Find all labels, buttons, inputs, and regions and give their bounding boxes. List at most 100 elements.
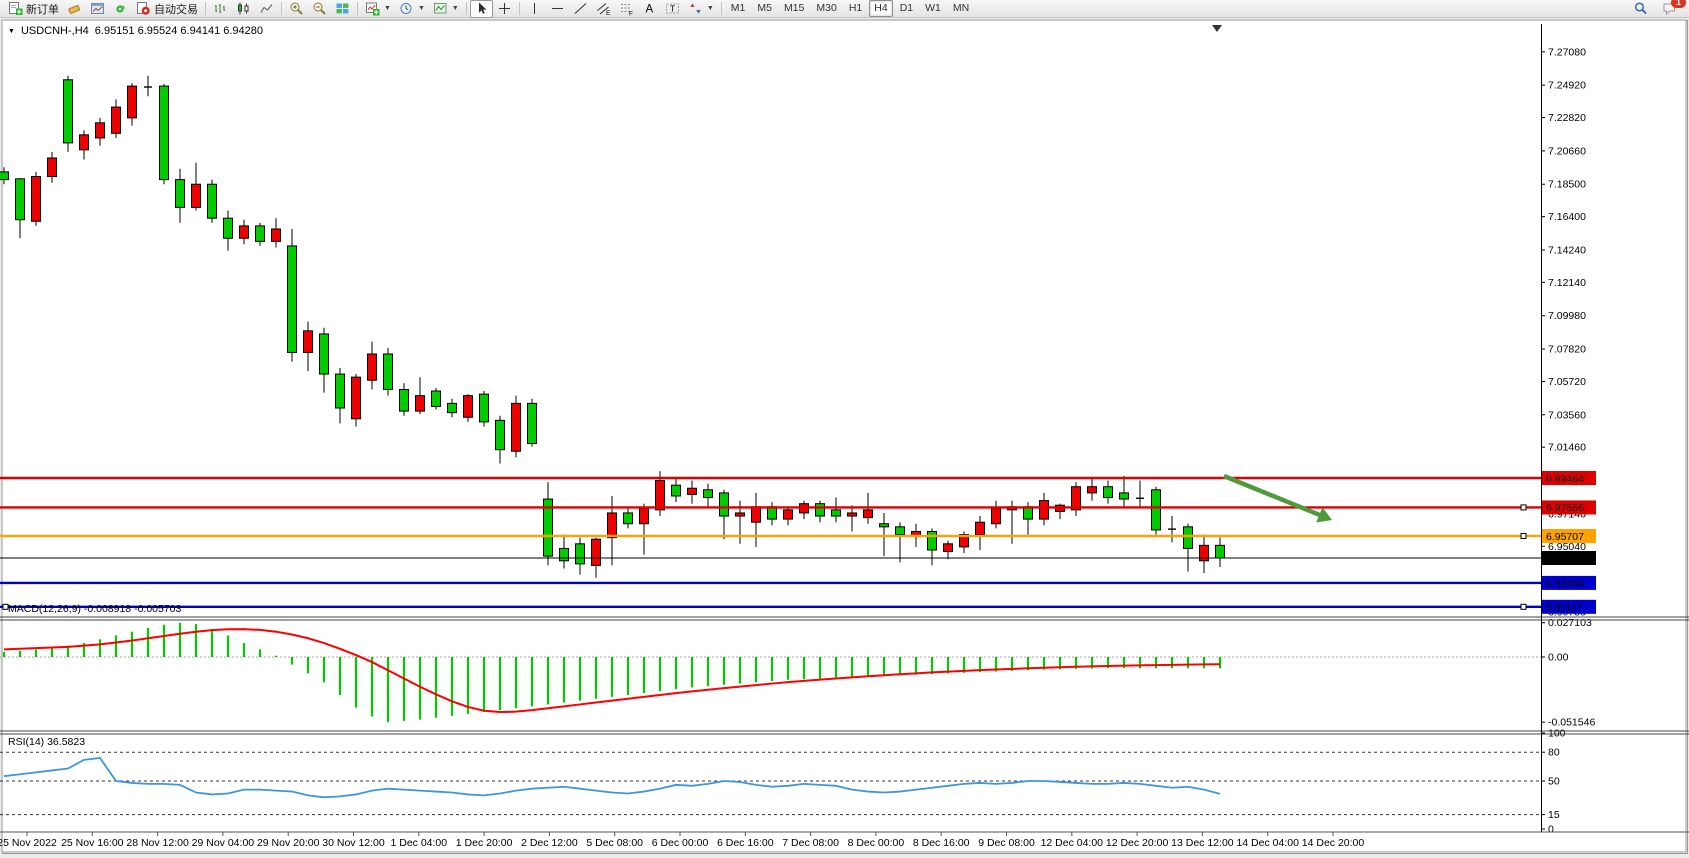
horizontal-line-tool[interactable] (546, 0, 569, 18)
price-tick-label: 7.27080 (1548, 46, 1586, 58)
periods-button[interactable]: ▼ (395, 0, 429, 18)
time-axis-label: 25 Nov 2022 (0, 837, 57, 849)
new-order-button[interactable]: 新订单 (4, 0, 63, 18)
signals-button[interactable] (109, 0, 132, 18)
candle-body (784, 510, 793, 519)
equidistant-channel-tool[interactable]: E (592, 0, 615, 18)
timeframe-button-m5[interactable]: M5 (752, 0, 777, 17)
timeframe-button-d1[interactable]: D1 (895, 0, 918, 17)
candle-body (576, 544, 585, 564)
candle (1152, 487, 1161, 535)
candle-body (736, 513, 745, 516)
chart-ohlc-values: 6.95151 6.95524 6.94141 6.94280 (95, 25, 263, 37)
fibonacci-tool[interactable]: F (615, 0, 638, 18)
line-chart-button[interactable] (255, 0, 278, 18)
toolbar-separator (205, 2, 206, 15)
zoom-out-button[interactable] (308, 0, 331, 18)
candle-body (400, 389, 409, 411)
price-tick-label: 7.22820 (1548, 112, 1586, 124)
timeframe-button-h1[interactable]: H1 (844, 0, 867, 17)
zoom-in-button[interactable] (285, 0, 308, 18)
cursor-icon (474, 1, 489, 16)
line-price-tag-label: 6.99464 (1546, 473, 1584, 485)
time-axis-label: 5 Dec 08:00 (586, 837, 643, 849)
time-axis-label: 2 Dec 12:00 (521, 837, 578, 849)
signal-icon (113, 1, 128, 16)
dropdown-arrow-icon[interactable]: ▼ (452, 5, 459, 12)
price-tick-label: 7.09980 (1548, 310, 1586, 322)
line-handle[interactable] (1521, 604, 1526, 609)
price-tick-label: 7.20660 (1548, 145, 1586, 157)
timeframe-button-h4[interactable]: H4 (869, 0, 892, 17)
candle-body (848, 513, 857, 516)
candle-body (448, 403, 457, 412)
chart-canvas[interactable]: 0.0271030.00-0.051546MACD(12,26,9) -0.00… (0, 18, 1689, 858)
candle-body (640, 508, 649, 523)
time-axis-label: 30 Nov 12:00 (322, 837, 385, 849)
notifications-button[interactable]: 1 (1658, 0, 1681, 18)
candle-body (592, 539, 601, 565)
candle (384, 348, 393, 396)
toolbar-separator (721, 2, 722, 15)
toolbar-separator (466, 2, 467, 15)
time-axis-label: 13 Dec 12:00 (1171, 837, 1234, 849)
candlestick-chart-icon (236, 1, 251, 16)
timeframe-button-m30[interactable]: M30 (811, 0, 841, 17)
candle-body (272, 229, 281, 241)
chart-symbol-period: USDCNH-,H4 (21, 25, 89, 37)
bar-chart-button[interactable] (209, 0, 232, 18)
fibonacci-icon: F (619, 1, 634, 16)
candle-body (208, 184, 217, 218)
candle-body (32, 177, 41, 222)
zoom-out-icon (312, 1, 327, 16)
indicators-icon (365, 1, 380, 16)
text-label-tool[interactable]: T (661, 0, 684, 18)
new-chart-button[interactable] (86, 0, 109, 18)
dropdown-arrow-icon[interactable]: ▼ (707, 5, 714, 12)
candle-body (320, 334, 329, 374)
svg-text:T: T (670, 4, 675, 14)
crosshair-tool-button[interactable] (493, 0, 516, 18)
time-axis-label: 1 Dec 04:00 (390, 837, 447, 849)
trendline-tool[interactable] (569, 0, 592, 18)
chart-collapse-icon[interactable]: ▼ (8, 28, 15, 35)
vertical-line-tool[interactable] (523, 0, 546, 18)
line-handle[interactable] (1521, 533, 1526, 538)
horizontal-line-icon (550, 1, 565, 16)
candle-body (224, 218, 233, 238)
arrows-tool[interactable]: ▼ (684, 0, 718, 18)
time-axis-label: 7 Dec 08:00 (782, 837, 839, 849)
cursor-tool-button[interactable] (470, 0, 493, 18)
text-tool[interactable]: A (638, 0, 661, 18)
timeframe-button-w1[interactable]: W1 (920, 0, 946, 17)
candle-body (128, 86, 137, 118)
candlestick-chart-button[interactable] (232, 0, 255, 18)
templates-button[interactable]: ▼ (429, 0, 463, 18)
candle-body (1216, 545, 1225, 558)
indicators-button[interactable]: ▼ (361, 0, 395, 18)
chart-window-background (2, 20, 1686, 852)
candle-body (896, 527, 905, 535)
svg-text:F: F (629, 11, 633, 17)
notification-badge: 1 (1671, 0, 1686, 8)
candle-body (464, 396, 473, 418)
tile-windows-button[interactable] (331, 0, 354, 18)
shapes-icon (688, 1, 703, 16)
templates-icon (433, 1, 448, 16)
candle-body (1104, 487, 1113, 498)
toolbar-separator (281, 2, 282, 15)
candle (352, 374, 361, 426)
search-button[interactable] (1629, 0, 1652, 18)
line-handle[interactable] (1521, 505, 1526, 510)
crosshair-icon (497, 1, 512, 16)
dropdown-arrow-icon[interactable]: ▼ (418, 5, 425, 12)
main-toolbar: 新订单 自动交易 ▼ ▼ ▼ E FAT ▼ M1M5M15M30H1H4D1W1MN 1 (0, 0, 1689, 18)
candle (432, 388, 441, 410)
timeframe-button-m1[interactable]: M1 (726, 0, 751, 17)
candle-body (176, 180, 185, 208)
timeframe-button-m15[interactable]: M15 (779, 0, 809, 17)
eraser-button[interactable] (63, 0, 86, 18)
timeframe-button-mn[interactable]: MN (948, 0, 974, 17)
autotrading-button[interactable]: 自动交易 (132, 0, 202, 18)
dropdown-arrow-icon[interactable]: ▼ (384, 5, 391, 12)
